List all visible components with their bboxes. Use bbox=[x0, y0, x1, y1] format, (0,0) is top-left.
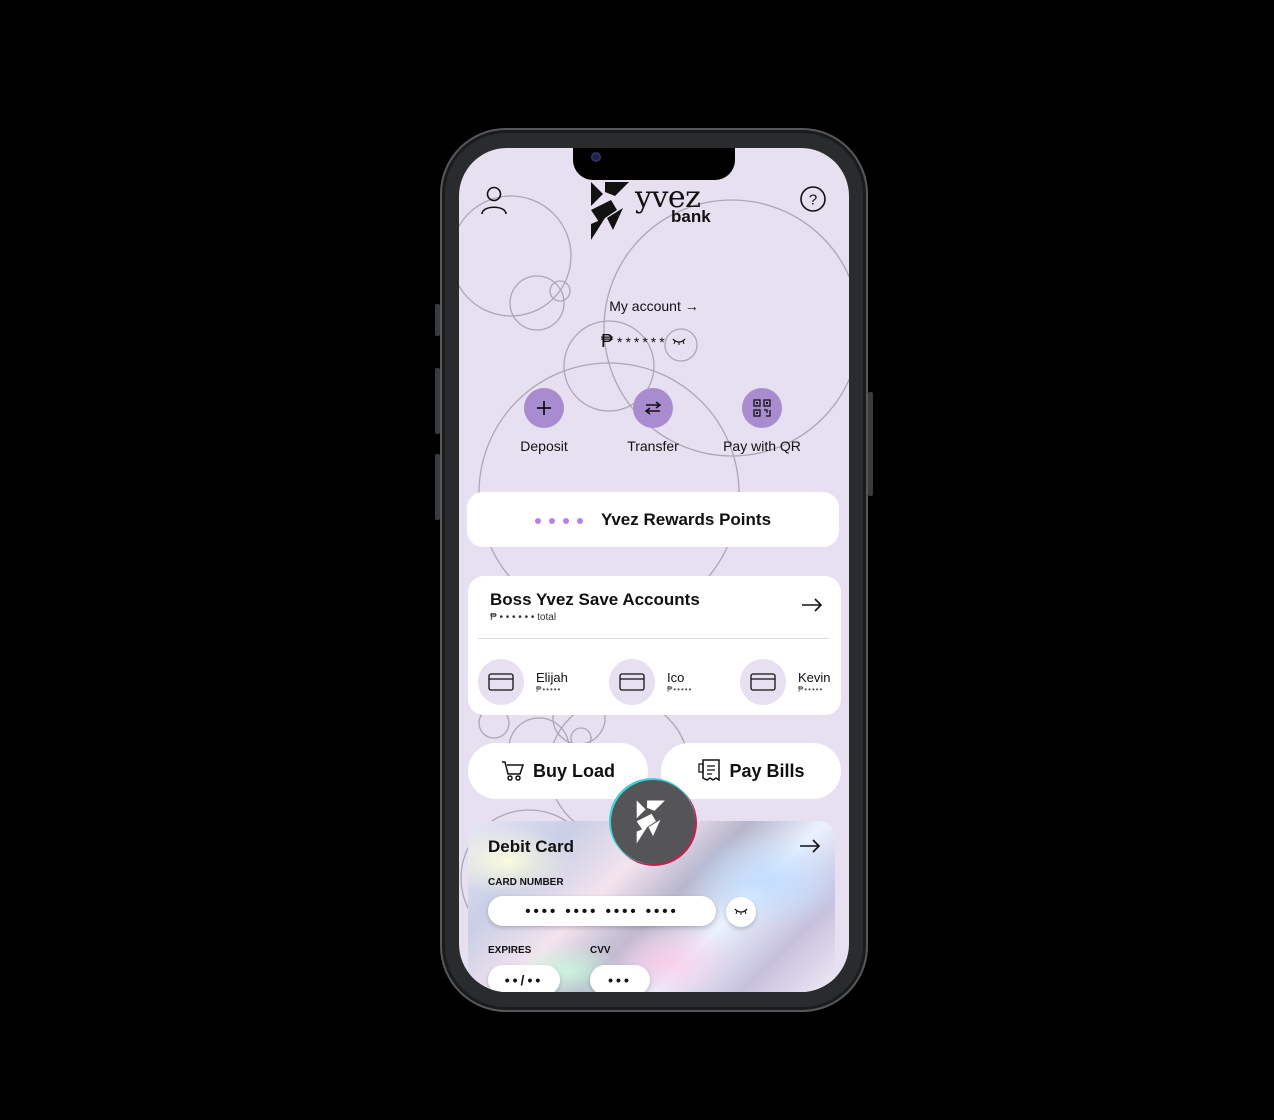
divider bbox=[478, 638, 829, 639]
notch bbox=[573, 148, 735, 180]
sub-account-name: Elijah bbox=[536, 670, 568, 685]
eye-closed-icon[interactable] bbox=[672, 338, 686, 346]
shopping-cart-icon bbox=[501, 761, 525, 781]
user-icon bbox=[481, 186, 507, 215]
arrow-right-icon[interactable] bbox=[799, 839, 821, 853]
card-avatar bbox=[609, 659, 655, 705]
my-account-link[interactable]: My account → bbox=[459, 298, 849, 314]
mute-switch bbox=[435, 304, 440, 336]
debit-card-title: Debit Card bbox=[488, 837, 574, 856]
cvv-field: ••• bbox=[590, 965, 650, 992]
buy-load-button[interactable]: Buy Load bbox=[468, 743, 648, 799]
cvv-label: CVV bbox=[590, 945, 611, 956]
eye-closed-icon bbox=[734, 908, 748, 915]
reveal-card-button[interactable] bbox=[726, 897, 756, 927]
pay-with-qr-button[interactable] bbox=[742, 388, 782, 428]
pay-bills-label: Pay Bills bbox=[729, 760, 805, 781]
help-button[interactable]: ? bbox=[795, 181, 831, 217]
expires-label: EXPIRES bbox=[488, 945, 532, 956]
save-accounts-total: ₱ • • • • • • total bbox=[490, 612, 556, 623]
balance-masked: ****** bbox=[617, 333, 668, 350]
deposit-action[interactable]: Deposit bbox=[489, 388, 599, 454]
arrow-right-icon[interactable] bbox=[801, 598, 823, 612]
sub-account-ico[interactable]: Ico ₱••••• bbox=[609, 659, 692, 705]
profile-button[interactable] bbox=[476, 182, 512, 218]
home-fab-button[interactable] bbox=[611, 780, 695, 864]
pay-bills-button[interactable]: Pay Bills bbox=[661, 743, 841, 799]
volume-down-button bbox=[435, 454, 440, 520]
sub-account-name: Ico bbox=[667, 670, 685, 685]
deposit-label: Deposit bbox=[520, 438, 568, 454]
power-button bbox=[868, 392, 873, 496]
credit-card-icon bbox=[619, 673, 645, 691]
plus-icon bbox=[537, 401, 551, 415]
swap-arrows-icon bbox=[644, 401, 662, 415]
logo-subtitle: bank bbox=[671, 207, 711, 226]
buy-load-label: Buy Load bbox=[532, 760, 615, 781]
pay-with-qr-action[interactable]: Pay with QR bbox=[707, 388, 817, 454]
sub-account-amount: ₱••••• bbox=[798, 685, 824, 694]
receipt-icon bbox=[698, 759, 721, 782]
sub-account-amount: ₱••••• bbox=[667, 685, 693, 694]
card-avatar bbox=[740, 659, 786, 705]
expires-field: ••/•• bbox=[488, 965, 560, 992]
qr-code-icon bbox=[753, 399, 771, 417]
yvez-bank-logo: yvez bank bbox=[589, 180, 719, 244]
transfer-action[interactable]: Transfer bbox=[598, 388, 708, 454]
save-accounts-title: Boss Yvez Save Accounts bbox=[490, 590, 700, 609]
rewards-title: Yvez Rewards Points bbox=[600, 509, 772, 529]
save-accounts-card[interactable]: Boss Yvez Save Accounts ₱ • • • • • • to… bbox=[468, 576, 841, 715]
volume-up-button bbox=[435, 368, 440, 434]
currency-symbol: ₱ bbox=[601, 331, 614, 351]
app-screen: yvez bank ? My account → ₱ ****** Deposi… bbox=[459, 148, 849, 992]
rewards-dots bbox=[534, 511, 591, 529]
total-label: total bbox=[537, 612, 557, 623]
deposit-button[interactable] bbox=[524, 388, 564, 428]
balance-display: ₱ ****** bbox=[601, 331, 686, 352]
transfer-label: Transfer bbox=[627, 438, 679, 454]
camera bbox=[591, 152, 601, 162]
credit-card-icon bbox=[488, 673, 514, 691]
pay-with-qr-label: Pay with QR bbox=[723, 438, 801, 454]
card-number-field: •••• •••• •••• •••• bbox=[488, 896, 716, 926]
question-icon: ? bbox=[800, 186, 826, 212]
logo-mark-icon bbox=[636, 800, 665, 844]
svg-text:?: ? bbox=[809, 192, 817, 209]
credit-card-icon bbox=[750, 673, 776, 691]
total-masked: ₱ • • • • • • bbox=[490, 612, 535, 623]
sub-account-name: Kevin bbox=[798, 670, 831, 685]
sub-account-elijah[interactable]: Elijah ₱••••• bbox=[478, 659, 568, 705]
card-number-label: CARD NUMBER bbox=[488, 877, 564, 888]
rewards-banner[interactable]: Yvez Rewards Points bbox=[467, 492, 839, 547]
card-avatar bbox=[478, 659, 524, 705]
sub-account-kevin[interactable]: Kevin ₱••••• bbox=[740, 659, 831, 705]
sub-account-amount: ₱••••• bbox=[536, 685, 562, 694]
logo-mark-icon bbox=[591, 182, 629, 240]
transfer-button[interactable] bbox=[633, 388, 673, 428]
